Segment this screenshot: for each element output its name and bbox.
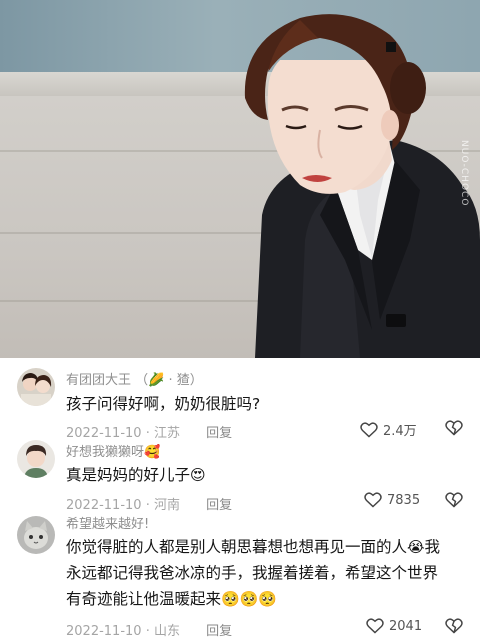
comment-location: 江苏 — [153, 426, 180, 441]
video-frame[interactable]: NUO-CHOCO — [0, 0, 480, 358]
comment-text: 你觉得脏的人都是别人朝思暮想也想再见一面的人😭我 永远都记得我爸冰凉的手，我握着… — [66, 534, 466, 612]
heart-icon — [366, 618, 384, 634]
comment-text-line: 你觉得脏的人都是别人朝思暮想也想再见一面的人😭我 — [66, 534, 466, 560]
comment-date: 2022-11-10 — [66, 426, 142, 441]
username-text: 希望越来越好! — [66, 517, 150, 532]
avatar[interactable] — [17, 516, 55, 554]
comment-meta: 2022-11-10 · 河南 回复 — [66, 498, 233, 513]
comment-username[interactable]: 有团团大王 （🌽 · 猹） — [66, 369, 203, 388]
comment-emoji: 😍 — [190, 466, 206, 484]
comment-location: 河南 — [153, 498, 180, 513]
comment-username[interactable]: 希望越来越好! — [66, 513, 149, 532]
username-text: 好想我獭獭呀 — [66, 445, 145, 460]
cat-avatar-icon — [17, 516, 55, 554]
comment-text-segment: 我 — [424, 538, 441, 556]
comment-date: 2022-11-10 — [66, 624, 142, 639]
avatar[interactable] — [17, 368, 55, 406]
like-button[interactable]: 2.4万 — [360, 420, 417, 439]
comment-location: 山东 — [153, 624, 180, 639]
reply-button[interactable]: 回复 — [206, 624, 232, 639]
comment-text-segment: 有奇迹能让他温暖起来 — [66, 590, 222, 608]
avatar[interactable] — [17, 440, 55, 478]
comment-date: 2022-11-10 — [66, 498, 142, 513]
dislike-button[interactable] — [445, 618, 463, 638]
broken-heart-icon — [445, 492, 463, 508]
like-count: 2.4万 — [383, 424, 417, 439]
dislike-button[interactable] — [445, 420, 463, 440]
comment-text: 孩子问得好啊，奶奶很脏吗? — [66, 395, 261, 413]
user-badge: （🌽 · 猹） — [135, 373, 203, 388]
dislike-button[interactable] — [445, 492, 463, 512]
pleading-emoji: 🥺🥺🥺 — [221, 590, 278, 608]
broken-heart-icon — [445, 618, 463, 634]
like-count: 7835 — [387, 492, 421, 508]
woman-in-suit-figure — [244, 14, 480, 358]
heart-icon — [364, 492, 382, 508]
video-watermark: NUO-CHOCO — [459, 140, 469, 207]
reply-button[interactable]: 回复 — [206, 426, 232, 441]
like-count: 2041 — [389, 618, 423, 634]
boy-avatar-icon — [17, 440, 55, 478]
heart-icon — [360, 421, 378, 438]
username-text: 有团团大王 — [66, 373, 132, 388]
couple-avatar-icon — [17, 368, 55, 406]
comment-text-body: 真是妈妈的好儿子 — [66, 466, 191, 484]
like-button[interactable]: 2041 — [366, 618, 422, 634]
comment-text-line: 有奇迹能让他温暖起来🥺🥺🥺 — [66, 586, 466, 612]
broken-heart-icon — [445, 420, 463, 436]
comment-username[interactable]: 好想我獭獭呀🥰 — [66, 441, 160, 460]
comment-text-segment: 你觉得脏的人都是别人朝思暮想也想再见一面的人 — [66, 538, 408, 556]
like-button[interactable]: 7835 — [364, 492, 420, 508]
reply-button[interactable]: 回复 — [206, 498, 232, 513]
comment-meta: 2022-11-10 · 江苏 回复 — [66, 426, 233, 441]
comment-list: 有团团大王 （🌽 · 猹） 孩子问得好啊，奶奶很脏吗? 2022-11-10 ·… — [0, 358, 480, 640]
crying-emoji: 😭 — [407, 538, 425, 556]
username-emoji: 🥰 — [144, 445, 161, 460]
comment-meta: 2022-11-10 · 山东 回复 — [66, 624, 233, 639]
comment-text: 真是妈妈的好儿子😍 — [66, 462, 466, 488]
comment-text-line: 永远都记得我爸冰凉的手，我握着搓着，希望这个世界 — [66, 564, 439, 582]
